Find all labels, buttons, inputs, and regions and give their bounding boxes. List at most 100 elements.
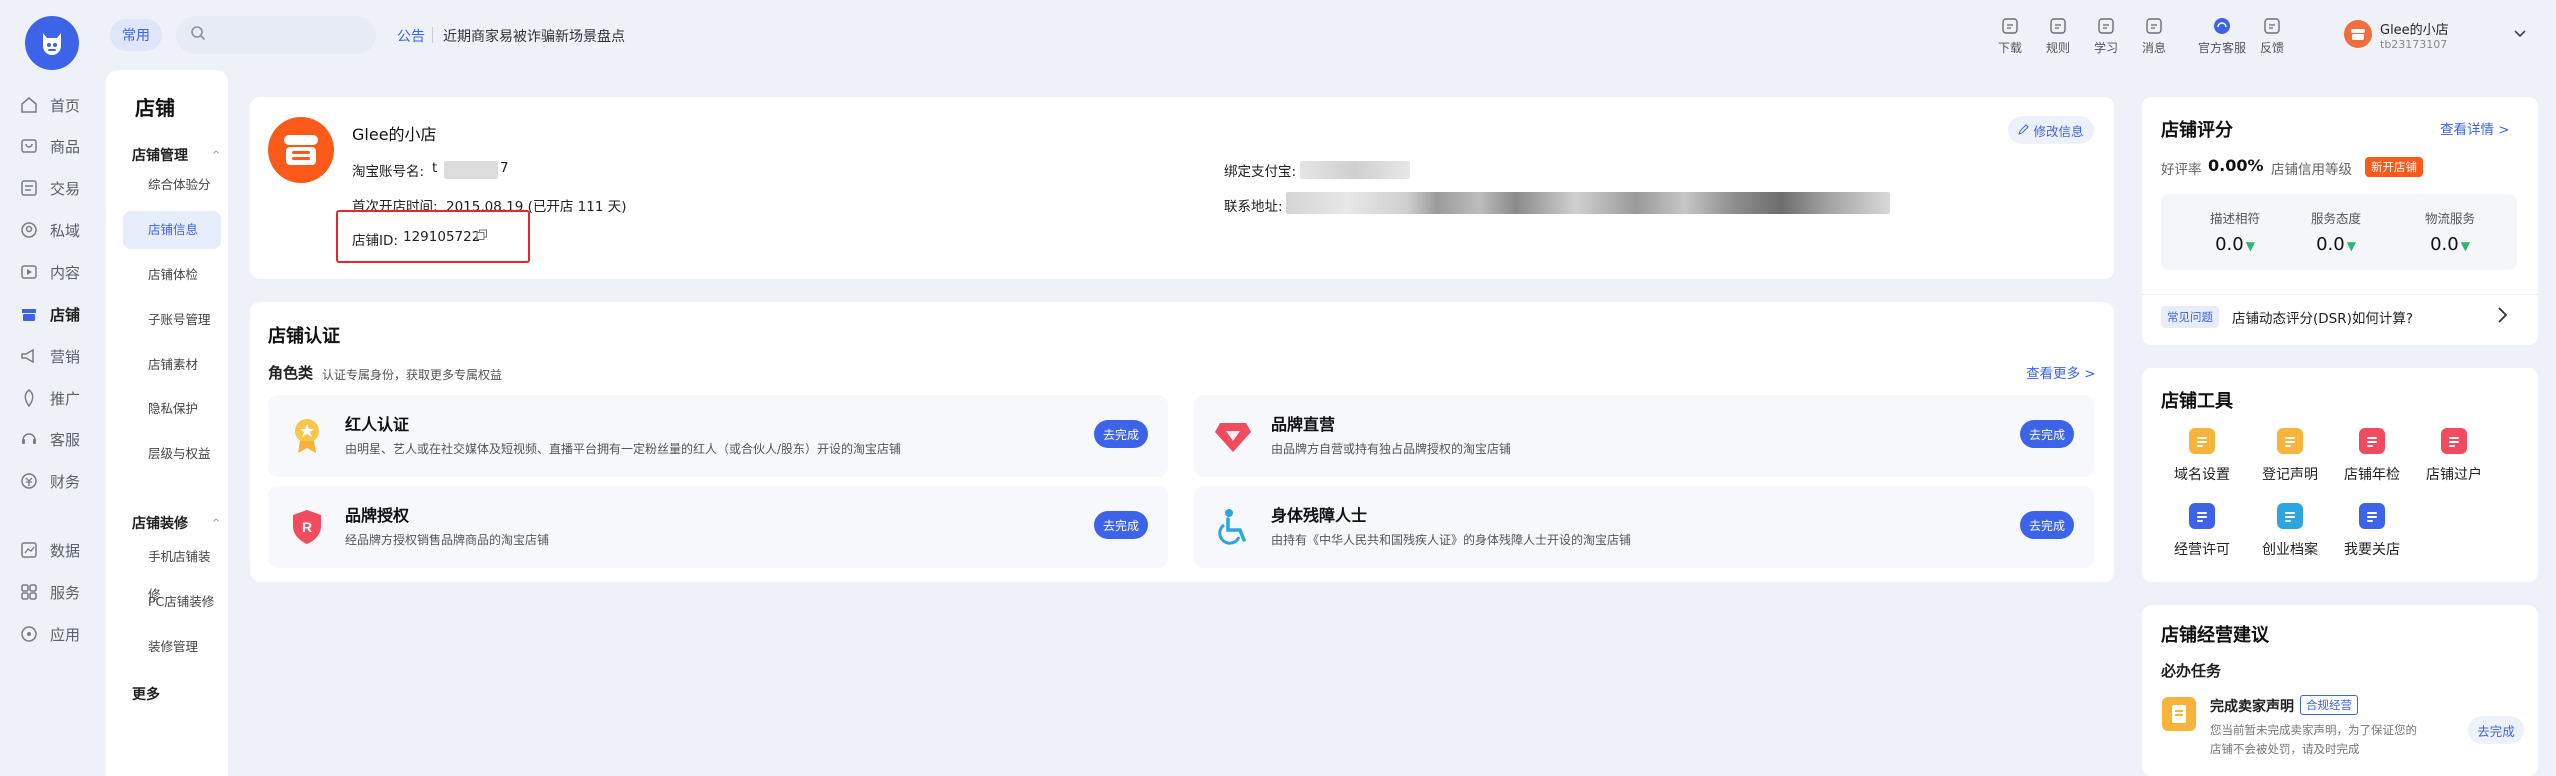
official-support-icon bbox=[2212, 16, 2232, 36]
rail-item-goods[interactable]: 商品 bbox=[20, 134, 80, 158]
search-box[interactable] bbox=[176, 16, 376, 54]
view-more-link[interactable]: 查看更多 > bbox=[2026, 362, 2096, 382]
subnav-item[interactable]: 店铺体检 bbox=[123, 256, 221, 294]
tool-annual-check[interactable]: 店铺年检 bbox=[2334, 428, 2410, 484]
search-input[interactable] bbox=[214, 27, 364, 43]
rail-item-data[interactable]: 数据 bbox=[20, 538, 80, 562]
rating-detail-link[interactable]: 查看详情 > bbox=[2440, 118, 2510, 138]
subnav-group-store-decoration[interactable]: 店铺装修 ^ bbox=[132, 513, 222, 533]
tool-label: 店铺年检 bbox=[2344, 467, 2400, 483]
home-icon bbox=[20, 96, 38, 114]
task-tag: 合规经营 bbox=[2300, 695, 2358, 715]
tool-register[interactable]: 登记声明 bbox=[2252, 428, 2328, 484]
common-button[interactable]: 常用 bbox=[110, 19, 162, 51]
left-rail: 首页商品交易私域内容店铺营销推广客服财务数据服务应用 bbox=[0, 0, 106, 776]
shop-name: Glee的小店 bbox=[352, 125, 437, 144]
redacted-mask bbox=[1300, 161, 1410, 179]
rail-item-home[interactable]: 首页 bbox=[20, 93, 80, 117]
rail-item-content[interactable]: 内容 bbox=[20, 260, 80, 284]
rail-item-label: 店铺 bbox=[50, 305, 81, 324]
faq-link[interactable]: 店铺动态评分(DSR)如何计算? bbox=[2232, 307, 2413, 327]
tool-label: 店铺过户 bbox=[2426, 467, 2482, 483]
cert-title: 品牌授权 bbox=[345, 506, 410, 525]
chevron-right-icon[interactable] bbox=[2498, 307, 2508, 327]
tool-domain[interactable]: 域名设置 bbox=[2164, 428, 2240, 484]
account-value-end: 7 bbox=[500, 160, 509, 176]
cert-card-brand-direct[interactable]: 品牌直营 由品牌方自营或持有独占品牌授权的淘宝店铺 去完成 bbox=[1194, 395, 2094, 477]
close-shop-icon bbox=[2359, 503, 2385, 529]
top-action-label: 消息 bbox=[2141, 41, 2166, 55]
subnav-item[interactable]: 隐私保护 bbox=[123, 390, 221, 428]
rail-item-label: 应用 bbox=[50, 625, 81, 644]
tool-license[interactable]: 经营许可 bbox=[2164, 503, 2240, 559]
top-action-message[interactable]: 消息 bbox=[2124, 16, 2184, 56]
complete-button[interactable]: 去完成 bbox=[2020, 420, 2074, 448]
edit-info-button[interactable]: 修改信息 bbox=[2008, 116, 2094, 144]
subnav-item[interactable]: 装修管理 bbox=[123, 628, 221, 666]
rail-item-trade[interactable]: 交易 bbox=[20, 176, 80, 200]
tool-label: 我要关店 bbox=[2344, 542, 2400, 558]
alipay-label: 绑定支付宝: bbox=[1224, 164, 1297, 180]
redacted-mask bbox=[1286, 192, 1890, 214]
subnav-item[interactable]: 层级与权益 bbox=[123, 435, 221, 473]
top-action-label: 下载 bbox=[1997, 41, 2022, 55]
rail-item-customer-service[interactable]: 客服 bbox=[20, 427, 80, 451]
subnav-item[interactable]: 店铺素材 bbox=[123, 346, 221, 384]
tool-transfer[interactable]: 店铺过户 bbox=[2416, 428, 2492, 484]
feedback-icon bbox=[2262, 16, 2282, 36]
tool-archive[interactable]: 创业档案 bbox=[2252, 503, 2328, 559]
rail-item-label: 推广 bbox=[50, 389, 81, 408]
tool-label: 域名设置 bbox=[2174, 467, 2230, 483]
avatar[interactable] bbox=[2344, 20, 2372, 48]
cert-desc: 由明星、艺人或在社交媒体及短视频、直播平台拥有一定粉丝量的红人（或合伙人/股东）… bbox=[345, 442, 902, 456]
complete-button[interactable]: 去完成 bbox=[1094, 511, 1148, 539]
cert-desc: 经品牌方授权销售品牌商品的淘宝店铺 bbox=[345, 533, 550, 547]
arrow-down-icon: ▼ bbox=[2245, 239, 2255, 253]
diamond-icon bbox=[1212, 415, 1254, 457]
notice-tag[interactable]: 公告 bbox=[397, 26, 425, 46]
dsr-logistics: 物流服务 0.0 ▼ bbox=[2424, 211, 2475, 255]
cert-card-disability[interactable]: 身体残障人士 由持有《中华人民共和国残疾人证》的身体残障人士开设的淘宝店铺 去完… bbox=[1194, 486, 2094, 568]
subnav-item[interactable]: 综合体验分 bbox=[123, 166, 221, 204]
subnav-item[interactable]: PC店铺装修 bbox=[123, 583, 221, 621]
notice-text[interactable]: 近期商家易被诈骗新场景盘点 bbox=[443, 26, 625, 46]
tool-label: 创业档案 bbox=[2262, 542, 2318, 558]
cert-card-influencer[interactable]: 红人认证 由明星、艺人或在社交媒体及短视频、直播平台拥有一定粉丝量的红人（或合伙… bbox=[268, 395, 1168, 477]
rail-item-store[interactable]: 店铺 bbox=[20, 302, 80, 326]
top-action-label: 反馈 bbox=[2259, 41, 2284, 55]
rail-item-label: 交易 bbox=[50, 179, 81, 198]
data-icon bbox=[20, 541, 38, 559]
transfer-icon bbox=[2441, 428, 2467, 454]
subnav-group-store-management[interactable]: 店铺管理 ^ bbox=[132, 145, 222, 165]
chevron-down-icon[interactable] bbox=[2514, 26, 2526, 42]
taobao-logo-icon[interactable] bbox=[25, 16, 79, 70]
subnav-item[interactable]: 子账号管理 bbox=[123, 301, 221, 339]
subnav-item[interactable]: 店铺信息 bbox=[123, 211, 221, 249]
sub-navigation: 店铺 店铺管理 ^ 综合体验分 店铺信息 店铺体检 子账号管理 店铺素材 隐私保护 层级与权益… bbox=[106, 70, 228, 776]
rail-item-marketing[interactable]: 营销 bbox=[20, 344, 80, 368]
domain-icon bbox=[2189, 428, 2215, 454]
complete-button[interactable]: 去完成 bbox=[2020, 511, 2074, 539]
subnav-more[interactable]: 更多 bbox=[132, 684, 222, 704]
tool-close-shop[interactable]: 我要关店 bbox=[2334, 503, 2410, 559]
highlight-box bbox=[336, 210, 530, 263]
finance-icon bbox=[20, 472, 38, 490]
redacted-mask bbox=[444, 161, 498, 179]
rail-item-private-domain[interactable]: 私域 bbox=[20, 218, 80, 242]
task-complete-button[interactable]: 去完成 bbox=[2468, 716, 2524, 744]
learn-icon bbox=[2096, 16, 2116, 36]
rail-item-label: 私域 bbox=[50, 221, 81, 240]
chevron-up-icon: ^ bbox=[212, 149, 221, 161]
complete-button[interactable]: 去完成 bbox=[1094, 420, 1148, 448]
shield-r-icon: R bbox=[286, 506, 328, 548]
subnav-item[interactable]: 手机店铺装修 bbox=[123, 538, 221, 602]
top-action-feedback[interactable]: 反馈 bbox=[2242, 16, 2302, 56]
rail-item-promotion[interactable]: 推广 bbox=[20, 386, 80, 410]
rail-item-service[interactable]: 服务 bbox=[20, 580, 80, 604]
user-name[interactable]: Glee的小店 bbox=[2380, 19, 2449, 38]
rail-item-apps[interactable]: 应用 bbox=[20, 622, 80, 646]
rail-item-finance[interactable]: 财务 bbox=[20, 469, 80, 493]
wheelchair-icon bbox=[1212, 506, 1254, 548]
cert-card-brand-authorized[interactable]: R 品牌授权 经品牌方授权销售品牌商品的淘宝店铺 去完成 bbox=[268, 486, 1168, 568]
rating-title: 店铺评分 bbox=[2161, 120, 2233, 141]
